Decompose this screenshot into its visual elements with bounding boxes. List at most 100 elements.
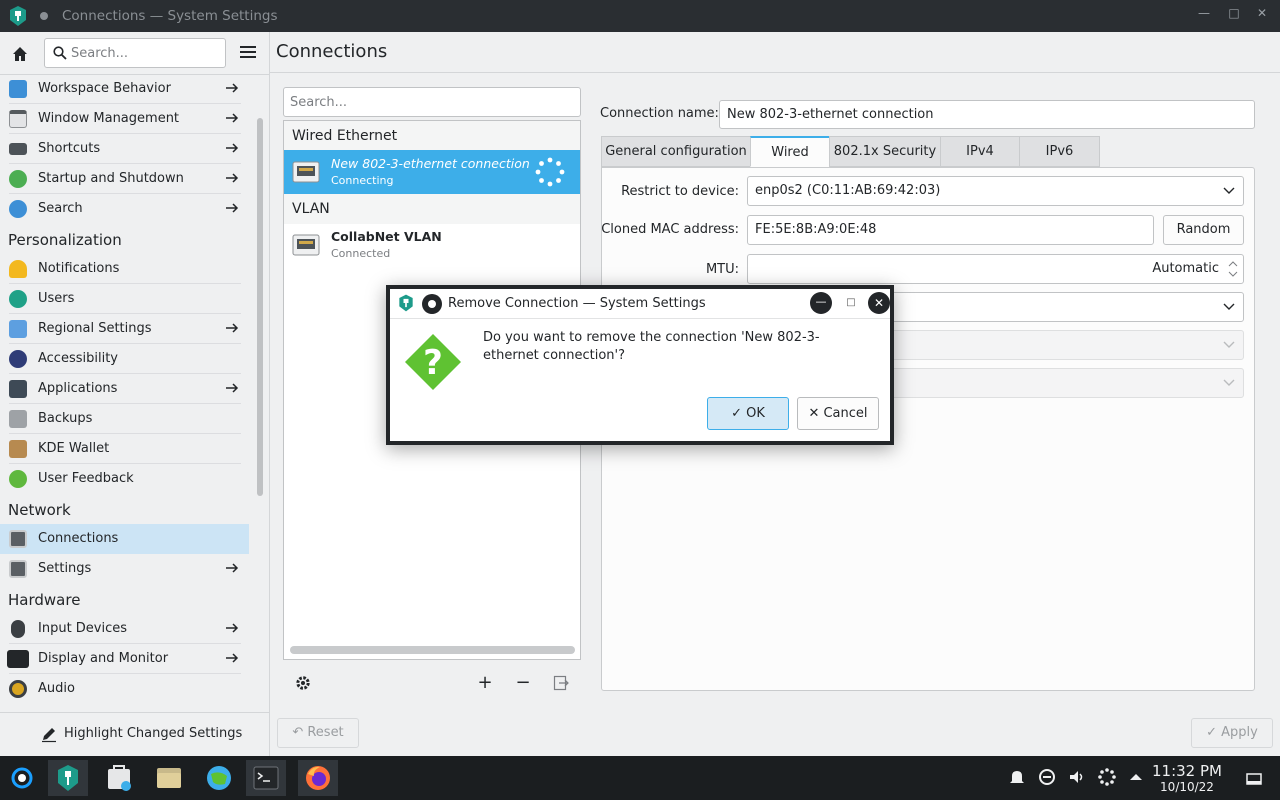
tab-general-configuration[interactable]: General configuration (601, 136, 751, 167)
export-icon[interactable] (553, 675, 569, 691)
arrow-right-icon (226, 113, 239, 123)
header-divider (270, 72, 1280, 73)
arrow-right-icon (226, 83, 239, 93)
sidebar-item-applications[interactable]: Applications (0, 374, 249, 404)
show-desktop-icon[interactable] (1245, 770, 1263, 788)
sidebar-item-users[interactable]: Users (0, 284, 249, 314)
sidebar-item-notifications[interactable]: Notifications (0, 254, 249, 284)
sidebar-item-regional-settings[interactable]: Regional Settings (0, 314, 249, 344)
sidebar-item-network-settings[interactable]: Settings (0, 554, 249, 584)
remove-connection-icon[interactable]: − (511, 671, 535, 695)
sidebar-item-input-devices[interactable]: Input Devices (0, 614, 249, 644)
restrict-device-combo[interactable]: enp0s2 (C0:11:AB:69:42:03) (747, 176, 1244, 206)
keyboard-icon (9, 143, 27, 155)
sidebar-item-label: Display and Monitor (38, 651, 169, 666)
taskbar-system-settings[interactable] (48, 760, 88, 796)
sidebar-item-startup-shutdown[interactable]: Startup and Shutdown (0, 164, 249, 194)
sidebar-search-input[interactable]: Search... (44, 38, 226, 68)
mtu-spinbox[interactable]: Automatic (747, 254, 1244, 284)
minimize-icon[interactable]: — (810, 292, 832, 314)
cancel-button[interactable]: ✕ Cancel (797, 397, 879, 430)
sidebar-item-kde-wallet[interactable]: KDE Wallet (0, 434, 249, 464)
apply-button[interactable]: ✓ Apply (1191, 718, 1273, 748)
sidebar-item-label: Applications (38, 381, 118, 396)
cloned-mac-value: FE:5E:8B:A9:0E:48 (755, 222, 877, 237)
sidebar-item-backups[interactable]: Backups (0, 404, 249, 434)
sidebar-item-label: Users (38, 291, 75, 306)
window-titlebar: Connections — System Settings — □ ✕ (0, 0, 1280, 32)
connection-item-vlan[interactable]: CollabNet VLAN Connected (284, 223, 580, 267)
category-hardware: Hardware (8, 591, 81, 609)
sidebar-item-label: Input Devices (38, 621, 128, 636)
cloned-mac-field[interactable]: FE:5E:8B:A9:0E:48 (747, 215, 1154, 245)
connecting-spinner-icon[interactable] (1098, 768, 1116, 786)
minimize-icon[interactable]: — (1194, 6, 1214, 26)
arrow-right-icon (226, 323, 239, 333)
taskbar-clock[interactable]: 11:32 PM 10/10/22 (1150, 762, 1224, 795)
question-icon: ? (405, 334, 461, 390)
startup-icon (9, 170, 27, 188)
tab-8021x-security[interactable]: 802.1x Security (829, 136, 941, 167)
maximize-icon[interactable]: □ (1224, 6, 1244, 26)
taskbar-firefox[interactable] (298, 760, 338, 796)
notification-icon[interactable] (1008, 768, 1026, 786)
close-icon[interactable]: ✕ (868, 292, 890, 314)
app-launcher-icon[interactable] (2, 760, 42, 796)
volume-icon[interactable] (1068, 768, 1086, 786)
connection-item-ethernet[interactable]: New 802-3-ethernet connection Connecting (284, 150, 580, 194)
restrict-device-value: enp0s2 (C0:11:AB:69:42:03) (755, 183, 941, 198)
tab-ipv6[interactable]: IPv6 (1019, 136, 1100, 167)
sidebar-item-shortcuts[interactable]: Shortcuts (0, 134, 249, 164)
tab-wired[interactable]: Wired (750, 136, 830, 167)
connection-search-input[interactable]: Search... (283, 87, 581, 117)
sidebar-item-window-management[interactable]: Window Management (0, 104, 249, 134)
home-icon[interactable] (8, 42, 32, 66)
clock-time: 11:32 PM (1152, 762, 1222, 780)
pin-icon[interactable] (422, 294, 442, 314)
gear-icon[interactable] (294, 674, 312, 692)
sidebar-item-user-feedback[interactable]: User Feedback (0, 464, 249, 494)
close-icon[interactable]: ✕ (1252, 6, 1272, 26)
spin-arrows-icon[interactable] (1228, 259, 1238, 279)
window-title: Connections — System Settings (62, 8, 278, 24)
sidebar-footer[interactable]: Highlight Changed Settings (0, 712, 270, 756)
maximize-icon[interactable]: □ (840, 292, 862, 314)
connection-status: Connecting (331, 174, 394, 187)
pin-icon[interactable] (40, 12, 48, 20)
system-settings-icon (58, 765, 78, 791)
terminal-icon (253, 766, 279, 790)
connection-list-scrollbar[interactable] (290, 646, 575, 654)
highlight-changed-label: Highlight Changed Settings (64, 726, 243, 741)
reset-button[interactable]: ↶ Reset (277, 718, 359, 748)
sidebar-item-workspace-behavior[interactable]: Workspace Behavior (0, 74, 249, 104)
ok-button[interactable]: ✓ OK (707, 397, 789, 430)
sidebar-item-audio[interactable]: Audio (0, 674, 249, 704)
discover-store-icon[interactable] (99, 760, 139, 796)
sidebar-item-label: Window Management (38, 111, 180, 126)
tab-ipv4[interactable]: IPv4 (940, 136, 1020, 167)
language-icon (9, 320, 27, 338)
sidebar-scrollbar[interactable] (257, 118, 263, 496)
add-connection-icon[interactable]: + (473, 671, 497, 695)
globe-settings-icon[interactable] (199, 760, 239, 796)
sidebar-item-search[interactable]: Search (0, 194, 249, 224)
file-manager-icon[interactable] (149, 760, 189, 796)
sidebar-item-accessibility[interactable]: Accessibility (0, 344, 249, 374)
taskbar-terminal[interactable] (246, 760, 286, 796)
connection-name-field[interactable]: New 802-3-ethernet connection (719, 100, 1255, 129)
sidebar-item-display-monitor[interactable]: Display and Monitor (0, 644, 249, 674)
chevron-up-icon[interactable] (1127, 768, 1145, 786)
mtu-label: MTU: (705, 262, 739, 277)
network-status-icon[interactable] (1038, 768, 1056, 786)
check-icon: ✓ (1206, 725, 1222, 740)
sidebar-item-connections[interactable]: Connections (0, 524, 249, 554)
pencil-icon (42, 728, 56, 743)
wallet-icon (9, 440, 27, 458)
cloned-mac-label: Cloned MAC address: (601, 222, 739, 237)
check-icon: ✓ (731, 406, 747, 421)
hamburger-menu-icon[interactable] (240, 46, 256, 60)
workspace-behavior-icon (9, 80, 27, 98)
sidebar-item-label: Workspace Behavior (38, 81, 171, 96)
random-mac-button[interactable]: Random (1163, 215, 1244, 245)
category-personalization: Personalization (8, 231, 122, 249)
